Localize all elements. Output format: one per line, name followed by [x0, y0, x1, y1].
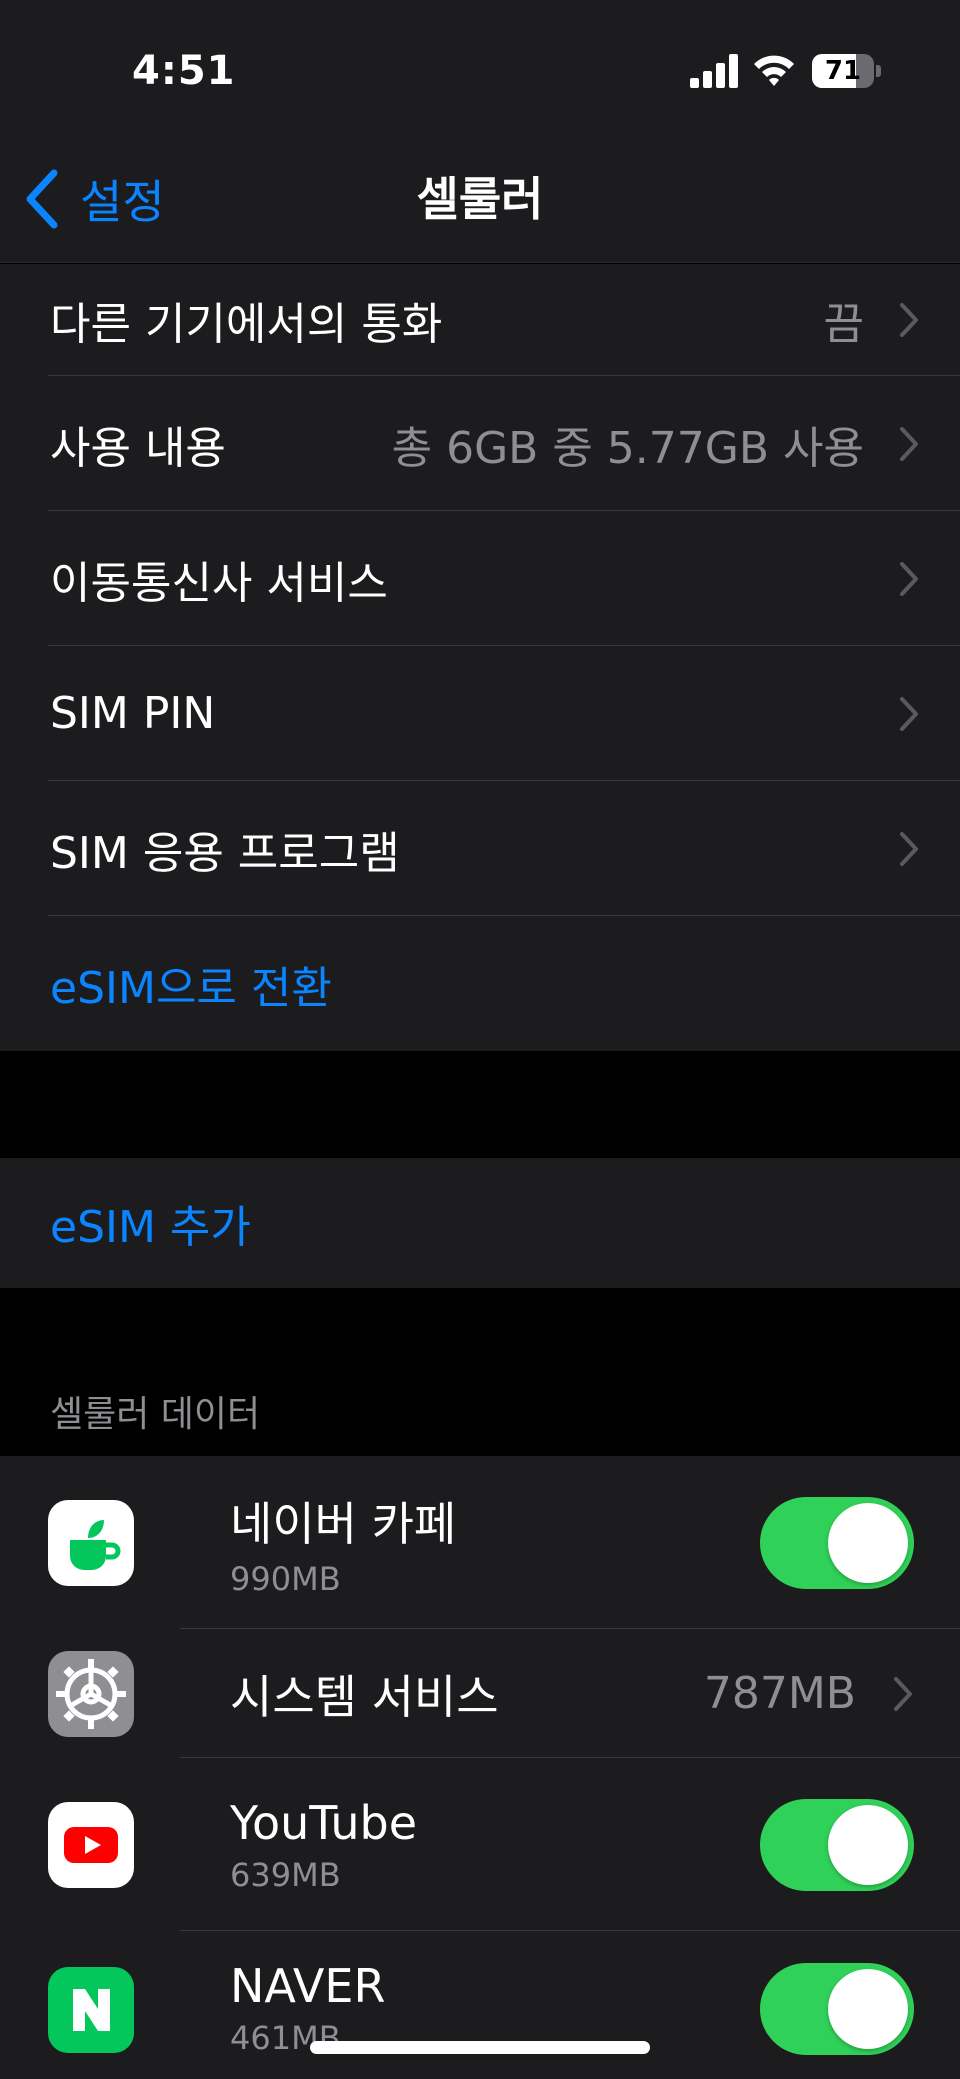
cellular-data-apps: 네이버 카페 990MB 시스템 서비스 787MB YouTube 639MB…	[0, 1456, 960, 2079]
carrier-services-row[interactable]: 이동통신사 서비스	[0, 511, 960, 646]
cellular-data-toggle[interactable]	[760, 1798, 914, 1891]
app-name: 네이버 카페	[230, 1496, 457, 1551]
chevron-right-icon	[900, 696, 918, 731]
settings-group: 다른 기기에서의 통화 끔 사용 내용 총 6GB 중 5.77GB 사용 이동…	[0, 264, 960, 1051]
app-name: YouTube	[230, 1795, 418, 1850]
row-label: 사용 내용	[50, 422, 226, 474]
section-header: 셀룰러 데이터	[50, 1394, 261, 1435]
youtube-icon	[48, 1801, 134, 1888]
app-row-naver-cafe: 네이버 카페 990MB	[0, 1456, 960, 1629]
app-name: NAVER	[230, 1959, 386, 2013]
cellular-data-toggle[interactable]	[760, 1496, 914, 1589]
usage-row[interactable]: 사용 내용 총 6GB 중 5.77GB 사용	[0, 376, 960, 511]
battery-icon: 71	[812, 54, 881, 88]
row-value: 총 6GB 중 5.77GB 사용	[391, 422, 864, 474]
wifi-icon	[754, 55, 794, 86]
row-label: 이동통신사 서비스	[50, 557, 388, 609]
calls-on-other-devices-row[interactable]: 다른 기기에서의 통화 끔	[0, 264, 960, 376]
status-bar: 4:51 71	[0, 0, 960, 150]
app-row-naver: NAVER 461MB	[0, 1931, 960, 2079]
status-time: 4:51	[132, 48, 236, 94]
navigation-bar: 설정 셀룰러	[0, 150, 960, 263]
app-data-usage: 990MB	[230, 1559, 341, 1598]
row-label: 다른 기기에서의 통화	[50, 299, 443, 350]
naver-cafe-icon	[48, 1499, 134, 1586]
app-data-usage: 787MB	[703, 1668, 856, 1719]
row-label: SIM PIN	[50, 688, 216, 739]
chevron-right-icon	[900, 303, 918, 337]
app-row-system-services[interactable]: 시스템 서비스 787MB	[0, 1629, 960, 1758]
sim-applications-row[interactable]: SIM 응용 프로그램	[0, 781, 960, 916]
page-title: 셀룰러	[416, 172, 544, 226]
home-indicator[interactable]	[310, 2041, 650, 2054]
sim-pin-row[interactable]: SIM PIN	[0, 646, 960, 781]
app-row-youtube: YouTube 639MB	[0, 1758, 960, 1931]
cellular-data-toggle[interactable]	[760, 1963, 914, 2055]
row-value: 끔	[823, 299, 864, 350]
battery-level: 71	[824, 56, 862, 86]
chevron-right-icon	[900, 561, 918, 596]
row-label: eSIM 추가	[50, 1202, 251, 1253]
row-label: SIM 응용 프로그램	[50, 827, 400, 879]
app-data-usage: 639MB	[230, 1855, 341, 1894]
chevron-right-icon	[900, 831, 918, 866]
convert-to-esim-button[interactable]: eSIM으로 전환	[0, 916, 960, 1051]
app-name: 시스템 서비스	[230, 1669, 499, 1724]
gear-icon	[48, 1650, 134, 1737]
add-esim-group: eSIM 추가	[0, 1158, 960, 1288]
cellular-signal-icon	[690, 54, 738, 88]
chevron-right-icon	[900, 426, 918, 461]
naver-icon	[48, 1967, 134, 2053]
row-label: eSIM으로 전환	[50, 962, 332, 1014]
chevron-right-icon	[894, 1676, 912, 1711]
add-esim-button[interactable]: eSIM 추가	[0, 1158, 960, 1288]
